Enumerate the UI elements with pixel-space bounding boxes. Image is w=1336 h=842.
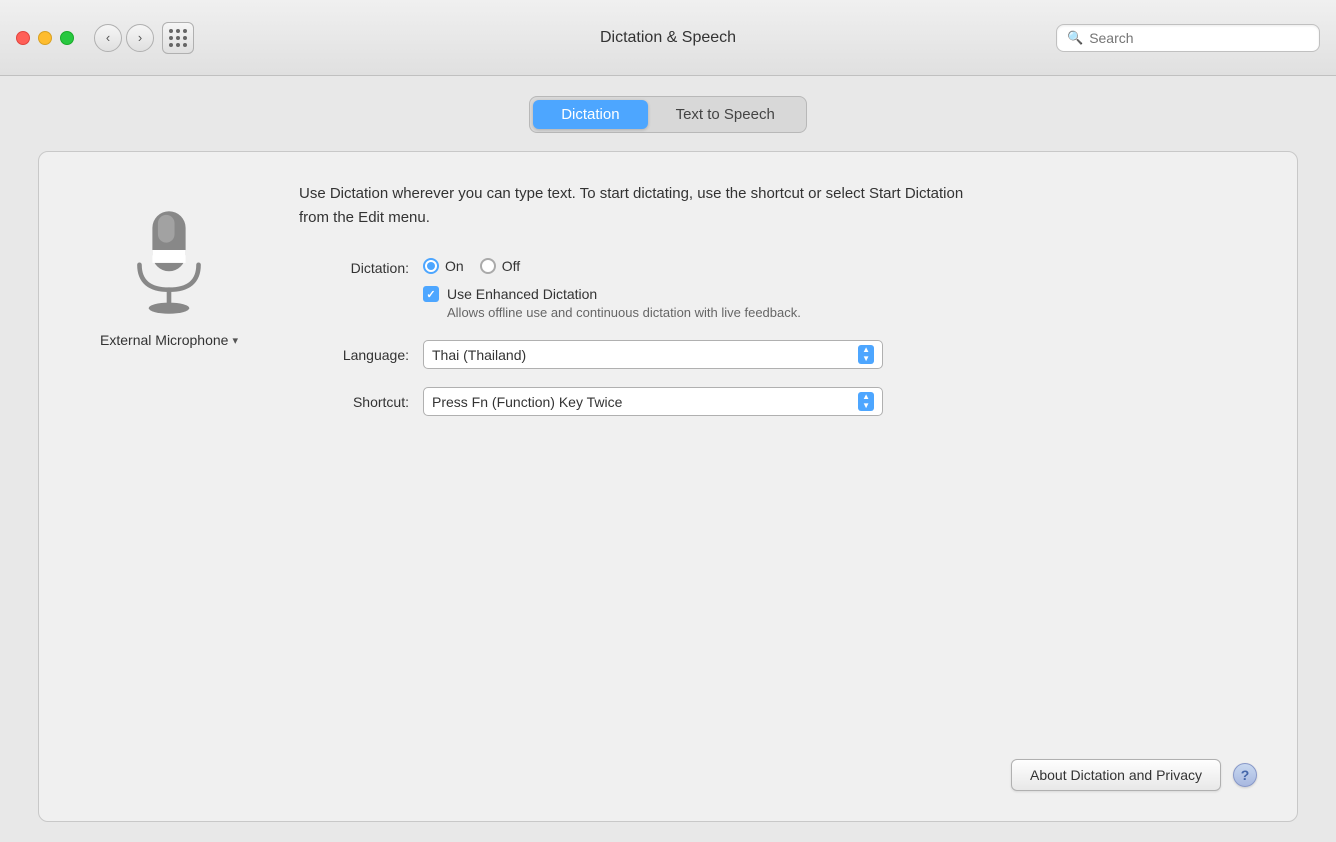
enhanced-checkbox-wrap[interactable]: ✓ Use Enhanced Dictation	[423, 286, 597, 302]
search-icon: 🔍	[1067, 30, 1083, 46]
enhanced-label: Use Enhanced Dictation	[447, 286, 597, 302]
enhanced-row: ✓ Use Enhanced Dictation	[423, 286, 801, 302]
radio-on[interactable]: On	[423, 258, 464, 274]
dictation-field-label: Dictation:	[299, 258, 409, 276]
shortcut-arrow-down-icon: ▼	[862, 402, 870, 410]
shortcut-field-label: Shortcut:	[299, 394, 409, 410]
language-field-label: Language:	[299, 347, 409, 363]
forward-button[interactable]: ›	[126, 24, 154, 52]
top-section: External Microphone ▾ Use Dictation wher…	[79, 182, 1257, 434]
grid-icon	[169, 29, 187, 47]
mic-label-dropdown[interactable]: External Microphone ▾	[100, 332, 238, 348]
window-title: Dictation & Speech	[600, 29, 736, 47]
tab-text-to-speech[interactable]: Text to Speech	[648, 100, 803, 129]
chevron-down-icon: ▾	[232, 334, 238, 347]
bottom-section: About Dictation and Privacy ?	[79, 739, 1257, 791]
radio-on-circle[interactable]	[423, 258, 439, 274]
minimize-button[interactable]	[38, 31, 52, 45]
shortcut-select[interactable]: Press Fn (Function) Key Twice ▲ ▼	[423, 387, 883, 416]
enhanced-description: Allows offline use and continuous dictat…	[447, 305, 801, 320]
dictation-row: Dictation: On	[299, 258, 1257, 320]
shortcut-arrow-up-icon: ▲	[862, 393, 870, 401]
language-select-arrows: ▲ ▼	[858, 345, 874, 364]
radio-on-label: On	[445, 258, 464, 274]
main-content: Dictation Text to Speech	[0, 76, 1336, 842]
language-select[interactable]: Thai (Thailand) ▲ ▼	[423, 340, 883, 369]
panel-inner: External Microphone ▾ Use Dictation wher…	[79, 182, 1257, 791]
search-input[interactable]	[1089, 30, 1309, 46]
shortcut-select-arrows: ▲ ▼	[858, 392, 874, 411]
shortcut-row: Shortcut: Press Fn (Function) Key Twice …	[299, 387, 1257, 416]
window-controls	[16, 31, 74, 45]
close-button[interactable]	[16, 31, 30, 45]
settings-panel: External Microphone ▾ Use Dictation wher…	[38, 151, 1298, 822]
arrow-down-icon: ▼	[862, 355, 870, 363]
radio-off-label: Off	[502, 258, 520, 274]
arrow-up-icon: ▲	[862, 346, 870, 354]
radio-group: On Off	[423, 258, 801, 274]
radio-off-circle[interactable]	[480, 258, 496, 274]
mic-label-text: External Microphone	[100, 332, 228, 348]
titlebar: ‹ › Dictation & Speech 🔍	[0, 0, 1336, 76]
shortcut-value: Press Fn (Function) Key Twice	[432, 394, 622, 410]
help-button[interactable]: ?	[1233, 763, 1257, 787]
maximize-button[interactable]	[60, 31, 74, 45]
nav-buttons: ‹ ›	[94, 24, 154, 52]
search-box[interactable]: 🔍	[1056, 24, 1320, 52]
tab-bar: Dictation Text to Speech	[529, 96, 807, 133]
dictation-controls: On Off ✓	[423, 258, 801, 320]
check-icon: ✓	[426, 288, 435, 301]
mic-section: External Microphone ▾	[79, 182, 259, 348]
settings-section: Use Dictation wherever you can type text…	[299, 182, 1257, 434]
radio-on-dot	[427, 262, 435, 270]
enhanced-checkbox[interactable]: ✓	[423, 286, 439, 302]
about-button[interactable]: About Dictation and Privacy	[1011, 759, 1221, 791]
microphone-icon	[119, 202, 219, 322]
back-button[interactable]: ‹	[94, 24, 122, 52]
grid-view-button[interactable]	[162, 22, 194, 54]
tab-dictation[interactable]: Dictation	[533, 100, 647, 129]
radio-off[interactable]: Off	[480, 258, 520, 274]
language-value: Thai (Thailand)	[432, 347, 526, 363]
language-row: Language: Thai (Thailand) ▲ ▼	[299, 340, 1257, 369]
description-text: Use Dictation wherever you can type text…	[299, 182, 979, 230]
